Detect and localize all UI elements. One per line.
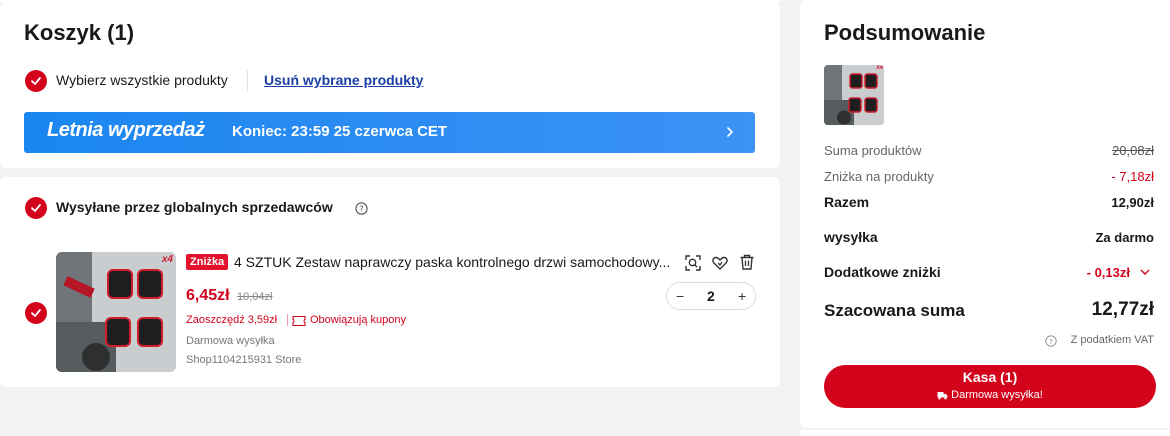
help-icon[interactable]: ? — [1045, 335, 1057, 347]
qty-plus-button[interactable]: + — [738, 288, 746, 304]
help-icon[interactable]: ? — [355, 202, 368, 215]
estimated-total-value: 12,77zł — [1091, 299, 1154, 320]
product-image[interactable]: x4 — [56, 252, 176, 372]
extra-discounts-label: Dodatkowe zniżki — [824, 264, 941, 280]
product-photo — [824, 65, 884, 125]
banner-title: Letnia wyprzedaż — [47, 119, 205, 141]
trash-icon[interactable] — [738, 253, 756, 271]
select-all-checkbox[interactable] — [25, 70, 47, 92]
checkout-label: Kasa (1) — [962, 369, 1018, 385]
summer-sale-banner[interactable]: Letnia wyprzedaż Koniec: 23:59 25 czerwc… — [24, 112, 755, 153]
estimated-total-label: Szacowana suma — [824, 301, 965, 320]
quantity-stepper: − 2 + — [666, 282, 756, 310]
checkout-button[interactable]: Kasa (1) Darmowa wysyłka! — [824, 365, 1156, 408]
divider — [247, 70, 248, 92]
summary-card-bottom — [800, 430, 1170, 436]
shipping-text: Darmowa wysyłka — [186, 335, 275, 347]
qty-minus-button[interactable]: − — [676, 288, 684, 304]
summary-image-tag: x4 — [876, 65, 883, 71]
truck-icon — [937, 391, 948, 399]
extra-discounts-value: - 0,13zł — [1086, 265, 1130, 280]
check-icon — [31, 204, 41, 212]
product-title[interactable]: 4 SZTUK Zestaw naprawczy paska kontrolne… — [234, 254, 670, 270]
vat-note: Z podatkiem VAT — [1070, 334, 1154, 346]
subtotal-value: 12,90zł — [1111, 195, 1154, 210]
svg-text:?: ? — [359, 205, 363, 214]
product-price: 6,45zł — [186, 287, 230, 304]
check-icon — [31, 77, 41, 85]
checkout-sub: Darmowa wysyłka! — [951, 389, 1043, 401]
discount-label: Zniżka na produkty — [824, 169, 934, 184]
shipping-value: Za darmo — [1095, 230, 1154, 245]
product-photo — [56, 252, 176, 372]
summary-product-thumbnail[interactable]: x4 — [824, 65, 884, 125]
image-tag: x4 — [161, 254, 173, 265]
qty-value[interactable]: 2 — [707, 288, 715, 304]
discount-badge: Zniżka — [186, 254, 229, 270]
coupons-link[interactable]: Obowiązują kupony — [310, 314, 406, 326]
products-total-label: Suma produktów — [824, 143, 922, 158]
remove-selected-link[interactable]: Usuń wybrane produkty — [264, 72, 423, 88]
banner-subtitle: Koniec: 23:59 25 czerwca CET — [232, 123, 448, 140]
store-link[interactable]: Shop1104215931 Store — [186, 354, 301, 366]
shipping-label: wysyłka — [824, 229, 878, 245]
check-icon — [31, 309, 41, 317]
summary-title: Podsumowanie — [824, 20, 986, 45]
seller-group-checkbox[interactable] — [25, 197, 47, 219]
discount-value: - 7,18zł — [1111, 169, 1154, 184]
svg-text:?: ? — [1049, 338, 1053, 346]
wishlist-heart-icon[interactable] — [711, 254, 729, 272]
cart-title: Koszyk (1) — [24, 20, 135, 45]
product-old-price: 10,04zł — [237, 291, 273, 303]
products-total-value: 20,08zł — [1112, 143, 1154, 158]
savings-divider — [287, 314, 288, 326]
product-checkbox[interactable] — [25, 302, 47, 324]
coupon-icon — [292, 315, 306, 327]
select-all-label[interactable]: Wybierz wszystkie produkty — [56, 72, 228, 88]
savings-text: Zaoszczędź 3,59zł — [186, 314, 278, 326]
seller-group-title: Wysyłane przez globalnych sprzedawców — [56, 199, 333, 215]
chevron-right-icon — [727, 127, 734, 137]
similar-search-icon[interactable] — [684, 254, 702, 272]
subtotal-label: Razem — [824, 194, 870, 210]
chevron-down-icon[interactable] — [1139, 267, 1151, 277]
